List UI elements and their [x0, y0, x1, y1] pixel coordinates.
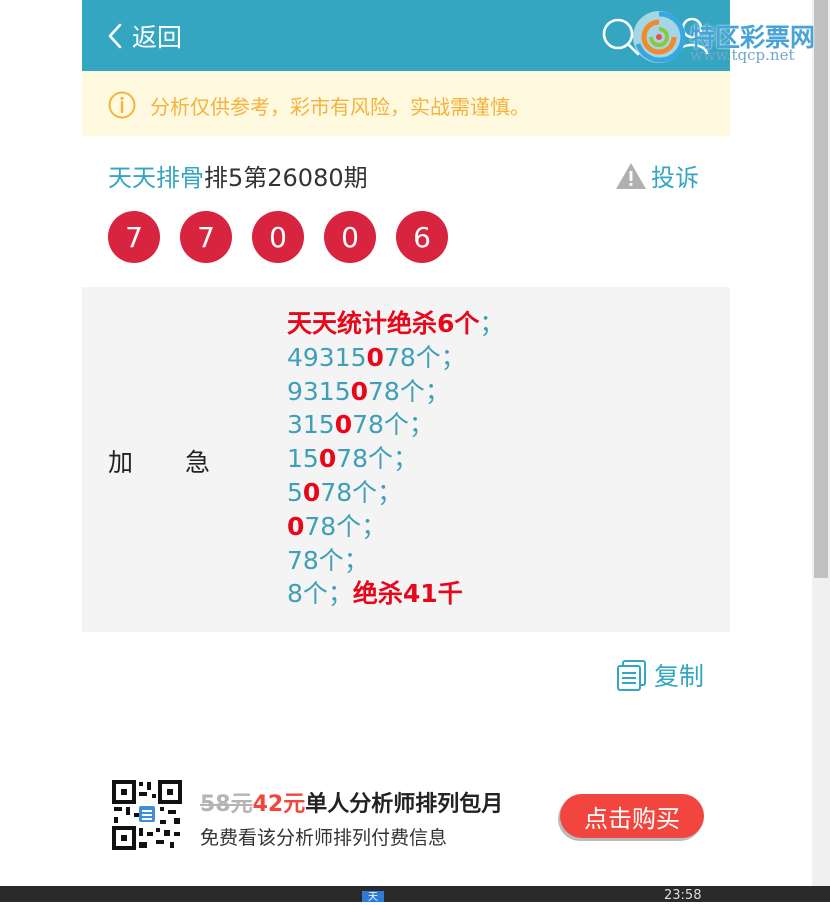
old-price: 58元: [200, 792, 253, 817]
analysis-line: 49315078个；: [287, 341, 504, 375]
issue-title: 天天排骨排5第26080期: [108, 158, 368, 193]
analysis-line: 15078个；: [287, 442, 504, 476]
complain-button[interactable]: 投诉: [615, 158, 699, 193]
analysis-line: 078个；: [287, 510, 504, 544]
line-suffix: 78个；: [304, 511, 387, 541]
back-label: 返回: [132, 23, 183, 52]
headline-sep: ；: [479, 309, 505, 338]
chevron-left-icon: [108, 23, 122, 49]
line-highlight: 0: [350, 376, 369, 406]
issue-row: 天天排骨排5第26080期 投诉: [82, 152, 730, 196]
line-prefix: 8个；: [287, 579, 353, 609]
analysis-last-line: 8个；绝杀41千: [287, 577, 504, 611]
line-highlight: 0: [287, 511, 305, 541]
warning-icon: [616, 162, 646, 189]
analysis-lines: 天天统计绝杀6个； 49315078个； 9315078个； 315078个； …: [287, 307, 504, 611]
new-price: 42元: [252, 792, 306, 817]
taskbar-clock: 23:58: [664, 888, 702, 903]
taskbar-app-icon[interactable]: 天: [362, 891, 384, 903]
draw-number-balls: 7 7 0 0 6: [108, 211, 468, 263]
analyst-link[interactable]: 天天排骨: [108, 164, 204, 192]
analysis-line: 5078个；: [287, 476, 504, 510]
analysis-line: 9315078个；: [287, 375, 504, 409]
analysis-headline: 天天统计绝杀6个；: [287, 307, 504, 341]
line-highlight: 0: [302, 477, 321, 507]
line-prefix: 49315: [287, 342, 367, 372]
copy-icon: [617, 660, 646, 691]
info-icon: [108, 91, 136, 119]
line-prefix: 78个；: [287, 545, 369, 575]
window-scrollbar-thumb[interactable]: [814, 0, 828, 578]
buy-button[interactable]: 点击购买: [560, 794, 704, 838]
line-highlight: 0: [334, 410, 353, 440]
line-highlight: 0: [366, 342, 384, 372]
analysis-line: 315078个；: [287, 408, 504, 442]
qr-code-icon: [112, 780, 182, 850]
site-watermark: 特区彩票网 www.tqcp.net: [630, 6, 830, 68]
promo-title: 单人分析师排列包月: [305, 792, 504, 817]
headline-text: 天天统计绝杀6个: [287, 309, 480, 338]
issue-number: 排5第26080期: [204, 164, 368, 192]
label-char-a: 加: [108, 448, 134, 477]
line-suffix: 78个；: [368, 376, 450, 406]
line-suffix: 78个；: [352, 410, 434, 440]
promo-price-line: 58元42元单人分析师排列包月: [200, 786, 503, 818]
copy-label: 复制: [654, 662, 705, 691]
kill-summary: 绝杀41千: [352, 579, 463, 609]
line-prefix: 15: [287, 444, 319, 474]
line-prefix: 9315: [287, 376, 351, 406]
line-prefix: 315: [287, 410, 335, 440]
number-ball: 0: [252, 211, 304, 263]
line-highlight: 0: [318, 444, 337, 474]
line-prefix: 5: [287, 477, 303, 507]
line-suffix: 78个；: [383, 342, 466, 372]
number-ball: 7: [108, 211, 160, 263]
watermark-url: www.tqcp.net: [690, 46, 795, 64]
line-suffix: 78个；: [320, 477, 403, 507]
analysis-panel: 加急 天天统计绝杀6个； 49315078个； 9315078个； 315078…: [82, 287, 730, 632]
app-page: 返回 分析仅供参考，彩市有风险，实战需谨慎。 天天排骨排5第26080期 投诉: [82, 0, 730, 902]
number-ball: 0: [324, 211, 376, 263]
analysis-line: 78个；: [287, 544, 504, 578]
promo-subtitle: 免费看该分析师排列付费信息: [200, 827, 448, 849]
site-logo-icon: [633, 11, 686, 63]
line-suffix: 78个；: [336, 444, 419, 474]
number-ball: 6: [396, 211, 448, 263]
analysis-label: 加急: [108, 443, 210, 479]
back-button[interactable]: 返回: [108, 18, 182, 54]
notice-text: 分析仅供参考，彩市有风险，实战需谨慎。: [150, 95, 530, 119]
subscription-promo: 58元42元单人分析师排列包月 免费看该分析师排列付费信息 点击购买: [82, 776, 730, 856]
number-ball: 7: [180, 211, 232, 263]
risk-notice-bar: 分析仅供参考，彩市有风险，实战需谨慎。: [82, 71, 730, 136]
copy-button[interactable]: 复制: [616, 657, 704, 693]
os-taskbar: 天 23:58: [0, 886, 830, 903]
complain-label: 投诉: [651, 164, 699, 192]
label-char-b: 急: [185, 448, 211, 477]
